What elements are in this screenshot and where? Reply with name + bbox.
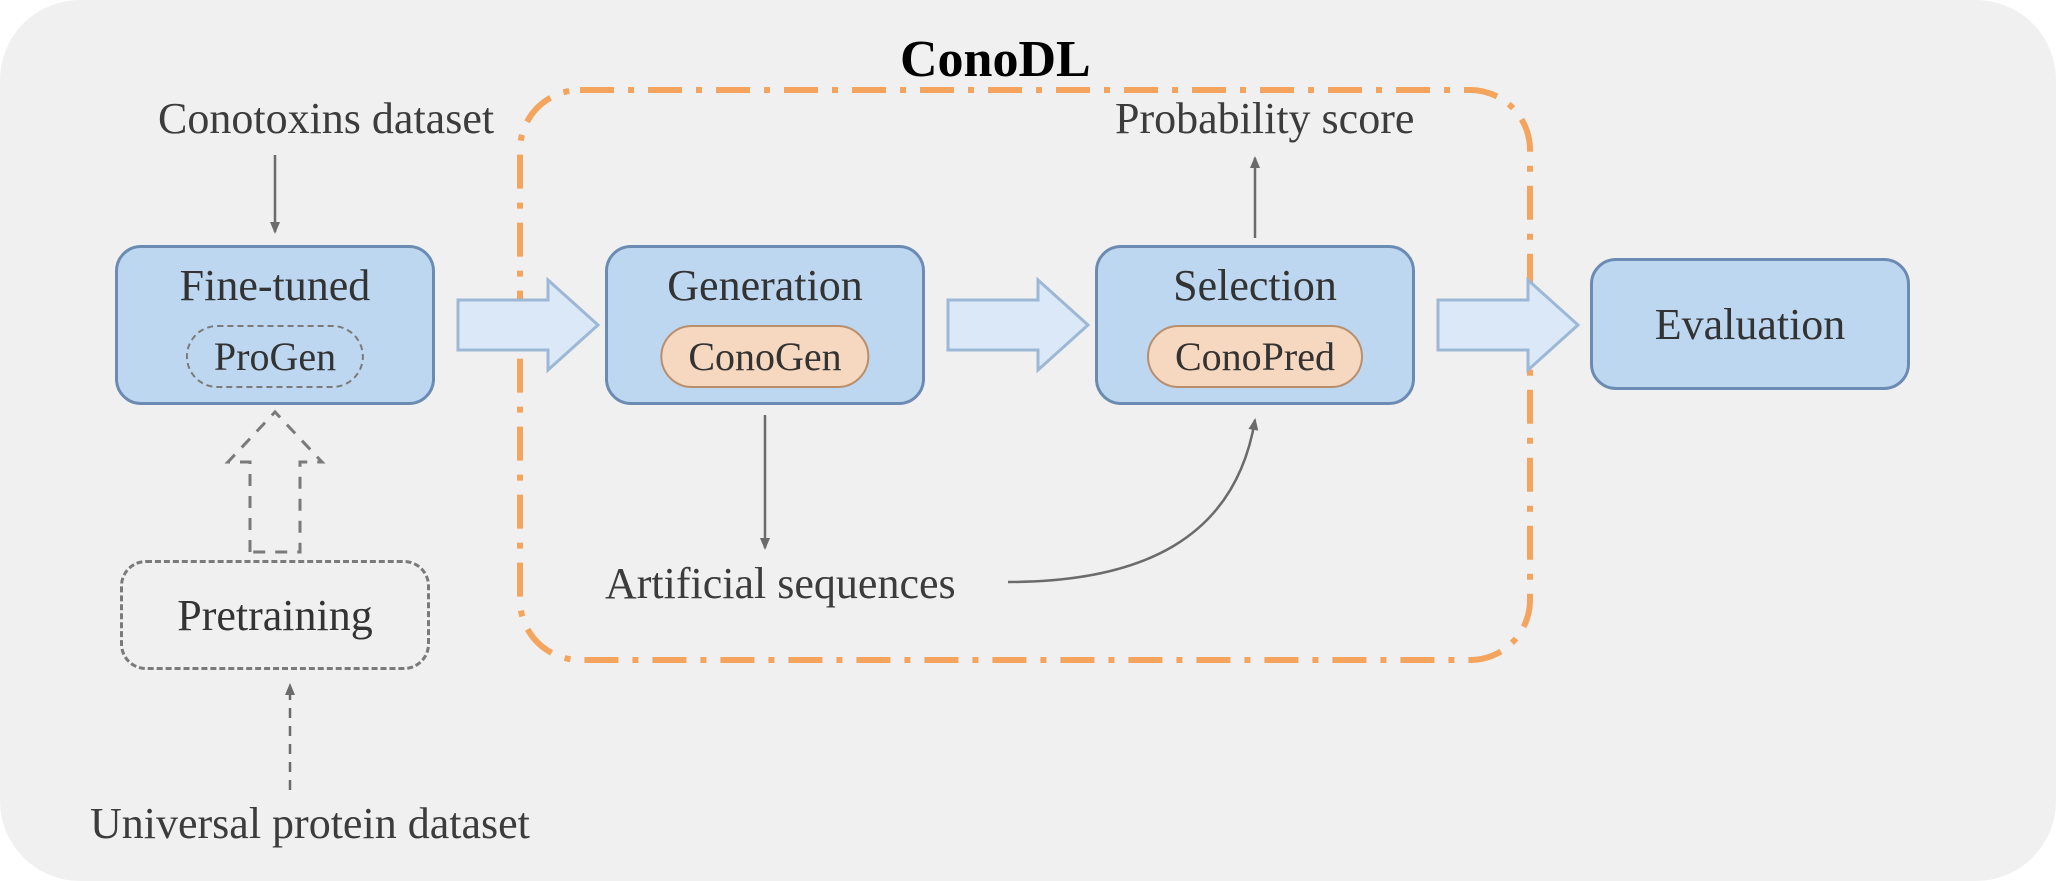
fine-tuned-box: Fine-tuned ProGen [115,245,435,405]
flow-arrow-3 [1438,280,1578,370]
pretraining-box: Pretraining [120,560,430,670]
conopred-pill: ConoPred [1147,325,1363,388]
artificial-sequences-label: Artificial sequences [605,560,956,608]
flow-arrow-1 [458,280,598,370]
selection-title: Selection [1098,260,1412,311]
evaluation-label: Evaluation [1655,299,1846,350]
generation-box: Generation ConoGen [605,245,925,405]
diagram-canvas: ConoDL Conotoxins dataset Probability sc… [0,0,2056,881]
generation-title: Generation [608,260,922,311]
universal-protein-label: Universal protein dataset [90,800,530,848]
probability-score-label: Probability score [1115,95,1414,143]
diagram-title: ConoDL [900,30,1091,89]
pretraining-up-arrow [228,412,322,552]
progen-pill: ProGen [186,325,364,388]
evaluation-box: Evaluation [1590,258,1910,390]
flow-arrow-2 [948,280,1088,370]
conotoxins-dataset-label: Conotoxins dataset [158,95,494,143]
artificial-to-selection-arrow [1008,420,1255,582]
selection-box: Selection ConoPred [1095,245,1415,405]
conogen-pill: ConoGen [660,325,869,388]
fine-tuned-title: Fine-tuned [118,260,432,311]
pretraining-label: Pretraining [177,590,373,641]
